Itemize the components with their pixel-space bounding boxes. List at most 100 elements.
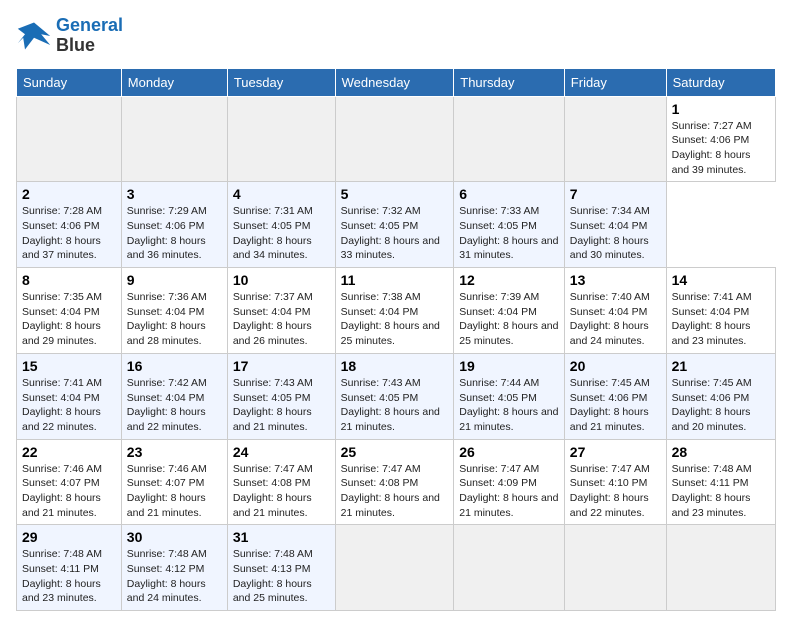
day-number: 20 [570,358,661,374]
day-cell-18: 18 Sunrise: 7:43 AMSunset: 4:05 PMDaylig… [335,353,454,439]
col-header-thursday: Thursday [454,68,565,96]
col-header-saturday: Saturday [666,68,775,96]
logo-text: GeneralBlue [56,16,123,56]
day-number: 10 [233,272,330,288]
col-header-wednesday: Wednesday [335,68,454,96]
day-cell-2: 2 Sunrise: 7:28 AMSunset: 4:06 PMDayligh… [17,182,122,268]
day-number: 4 [233,186,330,202]
day-number: 22 [22,444,116,460]
empty-cell [227,96,335,182]
col-header-monday: Monday [121,68,227,96]
day-cell-24: 24 Sunrise: 7:47 AMSunset: 4:08 PMDaylig… [227,439,335,525]
logo: GeneralBlue [16,16,123,56]
empty-cell [121,96,227,182]
empty-cell [666,525,775,611]
day-number: 15 [22,358,116,374]
day-info: Sunrise: 7:37 AMSunset: 4:04 PMDaylight:… [233,290,330,349]
day-number: 13 [570,272,661,288]
empty-cell [335,96,454,182]
day-info: Sunrise: 7:47 AMSunset: 4:08 PMDaylight:… [341,462,449,521]
day-cell-5: 5 Sunrise: 7:32 AMSunset: 4:05 PMDayligh… [335,182,454,268]
day-number: 5 [341,186,449,202]
day-cell-12: 12 Sunrise: 7:39 AMSunset: 4:04 PMDaylig… [454,268,565,354]
day-cell-16: 16 Sunrise: 7:42 AMSunset: 4:04 PMDaylig… [121,353,227,439]
day-cell-3: 3 Sunrise: 7:29 AMSunset: 4:06 PMDayligh… [121,182,227,268]
day-info: Sunrise: 7:48 AMSunset: 4:12 PMDaylight:… [127,547,222,606]
day-info: Sunrise: 7:47 AMSunset: 4:09 PMDaylight:… [459,462,559,521]
day-cell-29: 29 Sunrise: 7:48 AMSunset: 4:11 PMDaylig… [17,525,122,611]
day-cell-4: 4 Sunrise: 7:31 AMSunset: 4:05 PMDayligh… [227,182,335,268]
day-info: Sunrise: 7:35 AMSunset: 4:04 PMDaylight:… [22,290,116,349]
week-row-6: 29 Sunrise: 7:48 AMSunset: 4:11 PMDaylig… [17,525,776,611]
day-number: 24 [233,444,330,460]
empty-cell [335,525,454,611]
day-info: Sunrise: 7:42 AMSunset: 4:04 PMDaylight:… [127,376,222,435]
day-cell-27: 27 Sunrise: 7:47 AMSunset: 4:10 PMDaylig… [564,439,666,525]
day-cell-1: 1 Sunrise: 7:27 AMSunset: 4:06 PMDayligh… [666,96,775,182]
week-row-3: 8 Sunrise: 7:35 AMSunset: 4:04 PMDayligh… [17,268,776,354]
day-number: 14 [672,272,770,288]
day-cell-14: 14 Sunrise: 7:41 AMSunset: 4:04 PMDaylig… [666,268,775,354]
day-info: Sunrise: 7:46 AMSunset: 4:07 PMDaylight:… [22,462,116,521]
day-info: Sunrise: 7:43 AMSunset: 4:05 PMDaylight:… [233,376,330,435]
week-row-1: 1 Sunrise: 7:27 AMSunset: 4:06 PMDayligh… [17,96,776,182]
day-cell-21: 21 Sunrise: 7:45 AMSunset: 4:06 PMDaylig… [666,353,775,439]
day-number: 26 [459,444,559,460]
day-info: Sunrise: 7:34 AMSunset: 4:04 PMDaylight:… [570,204,661,263]
day-cell-30: 30 Sunrise: 7:48 AMSunset: 4:12 PMDaylig… [121,525,227,611]
day-cell-10: 10 Sunrise: 7:37 AMSunset: 4:04 PMDaylig… [227,268,335,354]
calendar-table: SundayMondayTuesdayWednesdayThursdayFrid… [16,68,776,612]
empty-cell [17,96,122,182]
day-cell-28: 28 Sunrise: 7:48 AMSunset: 4:11 PMDaylig… [666,439,775,525]
day-info: Sunrise: 7:45 AMSunset: 4:06 PMDaylight:… [570,376,661,435]
page-header: GeneralBlue [16,16,776,56]
day-info: Sunrise: 7:36 AMSunset: 4:04 PMDaylight:… [127,290,222,349]
day-info: Sunrise: 7:47 AMSunset: 4:08 PMDaylight:… [233,462,330,521]
day-info: Sunrise: 7:38 AMSunset: 4:04 PMDaylight:… [341,290,449,349]
day-number: 29 [22,529,116,545]
day-info: Sunrise: 7:29 AMSunset: 4:06 PMDaylight:… [127,204,222,263]
day-number: 21 [672,358,770,374]
logo-icon [16,18,52,54]
empty-cell [454,525,565,611]
day-number: 23 [127,444,222,460]
day-number: 16 [127,358,222,374]
day-info: Sunrise: 7:47 AMSunset: 4:10 PMDaylight:… [570,462,661,521]
day-cell-9: 9 Sunrise: 7:36 AMSunset: 4:04 PMDayligh… [121,268,227,354]
col-header-tuesday: Tuesday [227,68,335,96]
day-number: 3 [127,186,222,202]
day-cell-26: 26 Sunrise: 7:47 AMSunset: 4:09 PMDaylig… [454,439,565,525]
day-info: Sunrise: 7:48 AMSunset: 4:13 PMDaylight:… [233,547,330,606]
day-number: 30 [127,529,222,545]
day-number: 19 [459,358,559,374]
week-row-5: 22 Sunrise: 7:46 AMSunset: 4:07 PMDaylig… [17,439,776,525]
day-cell-22: 22 Sunrise: 7:46 AMSunset: 4:07 PMDaylig… [17,439,122,525]
day-number: 7 [570,186,661,202]
col-header-friday: Friday [564,68,666,96]
day-number: 12 [459,272,559,288]
day-number: 18 [341,358,449,374]
day-info: Sunrise: 7:48 AMSunset: 4:11 PMDaylight:… [22,547,116,606]
day-number: 11 [341,272,449,288]
day-info: Sunrise: 7:41 AMSunset: 4:04 PMDaylight:… [672,290,770,349]
day-cell-15: 15 Sunrise: 7:41 AMSunset: 4:04 PMDaylig… [17,353,122,439]
day-cell-19: 19 Sunrise: 7:44 AMSunset: 4:05 PMDaylig… [454,353,565,439]
day-info: Sunrise: 7:33 AMSunset: 4:05 PMDaylight:… [459,204,559,263]
day-info: Sunrise: 7:41 AMSunset: 4:04 PMDaylight:… [22,376,116,435]
day-cell-6: 6 Sunrise: 7:33 AMSunset: 4:05 PMDayligh… [454,182,565,268]
day-number: 9 [127,272,222,288]
day-info: Sunrise: 7:27 AMSunset: 4:06 PMDaylight:… [672,119,770,178]
day-number: 25 [341,444,449,460]
calendar-header-row: SundayMondayTuesdayWednesdayThursdayFrid… [17,68,776,96]
day-info: Sunrise: 7:44 AMSunset: 4:05 PMDaylight:… [459,376,559,435]
day-cell-20: 20 Sunrise: 7:45 AMSunset: 4:06 PMDaylig… [564,353,666,439]
day-cell-17: 17 Sunrise: 7:43 AMSunset: 4:05 PMDaylig… [227,353,335,439]
day-cell-31: 31 Sunrise: 7:48 AMSunset: 4:13 PMDaylig… [227,525,335,611]
day-number: 31 [233,529,330,545]
col-header-sunday: Sunday [17,68,122,96]
day-info: Sunrise: 7:40 AMSunset: 4:04 PMDaylight:… [570,290,661,349]
week-row-4: 15 Sunrise: 7:41 AMSunset: 4:04 PMDaylig… [17,353,776,439]
day-info: Sunrise: 7:39 AMSunset: 4:04 PMDaylight:… [459,290,559,349]
day-number: 1 [672,101,770,117]
day-info: Sunrise: 7:46 AMSunset: 4:07 PMDaylight:… [127,462,222,521]
